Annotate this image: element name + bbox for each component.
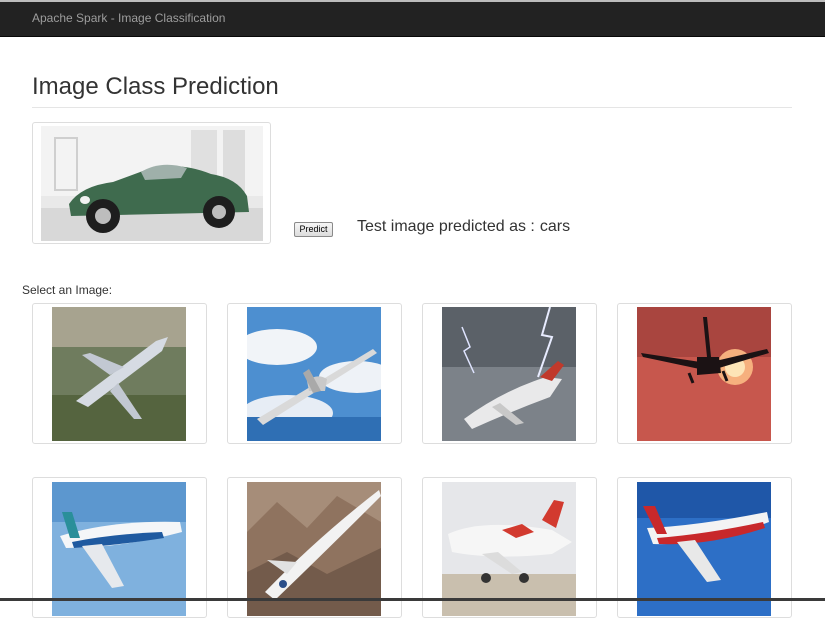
gallery-thumbnail-5[interactable] bbox=[32, 477, 207, 618]
gallery-image-4[interactable] bbox=[637, 307, 771, 441]
select-image-label: Select an Image: bbox=[22, 283, 113, 297]
title-divider bbox=[32, 107, 792, 108]
gallery-thumbnail-6[interactable] bbox=[227, 477, 402, 618]
prediction-prefix: Test image predicted as : bbox=[357, 218, 535, 235]
gallery-image-3[interactable] bbox=[442, 307, 576, 441]
navbar: Apache Spark - Image Classification bbox=[0, 2, 825, 37]
predict-button[interactable]: Predict bbox=[294, 222, 333, 237]
gallery-thumbnail-8[interactable] bbox=[617, 477, 792, 618]
test-image-car bbox=[41, 126, 263, 241]
page-title: Image Class Prediction bbox=[32, 73, 279, 100]
gallery-thumbnail-7[interactable] bbox=[422, 477, 597, 618]
predicted-class: cars bbox=[539, 218, 571, 235]
gallery-image-1[interactable] bbox=[52, 307, 186, 441]
gallery-image-5[interactable] bbox=[52, 482, 186, 616]
gallery-thumbnail-2[interactable] bbox=[227, 303, 402, 444]
gallery-thumbnail-4[interactable] bbox=[617, 303, 792, 444]
gallery-image-7[interactable] bbox=[442, 482, 576, 616]
gallery-thumbnail-1[interactable] bbox=[32, 303, 207, 444]
gallery-thumbnail-3[interactable] bbox=[422, 303, 597, 444]
prediction-result: Test image predicted as : cars bbox=[357, 218, 570, 236]
gallery-image-6[interactable] bbox=[247, 482, 381, 616]
test-image-thumbnail bbox=[32, 122, 271, 244]
gallery-image-8[interactable] bbox=[637, 482, 771, 616]
gallery-image-2[interactable] bbox=[247, 307, 381, 441]
navbar-brand[interactable]: Apache Spark - Image Classification bbox=[32, 11, 225, 25]
